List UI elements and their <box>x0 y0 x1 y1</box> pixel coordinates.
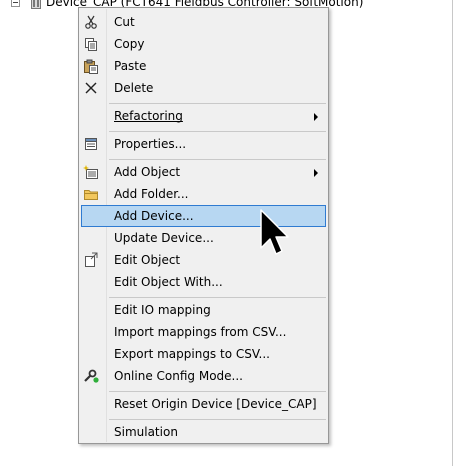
menu-item-online-config-mode[interactable]: Online Config Mode... <box>81 365 326 387</box>
menu-item-label: Edit IO mapping <box>114 303 211 317</box>
add-object-icon <box>83 165 98 179</box>
paste-icon <box>84 59 98 74</box>
menu-item-label: Paste <box>114 59 147 73</box>
menu-item-properties[interactable]: Properties... <box>81 133 326 155</box>
menu-item-simulation[interactable]: Simulation <box>81 421 326 443</box>
menu-separator <box>109 297 326 298</box>
menu-item-refactoring[interactable]: Refactoring <box>81 105 326 127</box>
tree-collapse-icon[interactable] <box>11 0 20 7</box>
menu-item-label: Update Device... <box>114 231 214 245</box>
menu-item-label: Edit Object With... <box>114 275 223 289</box>
menu-item-label: Online Config Mode... <box>114 369 243 383</box>
context-menu: Cut Copy Paste Delete Refactoring Proper… <box>78 7 329 444</box>
menu-item-edit-object-with[interactable]: Edit Object With... <box>81 271 326 293</box>
menu-item-cut[interactable]: Cut <box>81 11 326 33</box>
submenu-arrow-icon <box>314 169 318 177</box>
menu-item-label: Add Device... <box>114 209 194 223</box>
edit-object-icon <box>85 252 98 267</box>
menu-item-label: Refactoring <box>114 109 183 123</box>
properties-icon <box>85 138 97 150</box>
menu-item-import-mappings[interactable]: Import mappings from CSV... <box>81 321 326 343</box>
copy-icon <box>85 38 97 51</box>
menu-item-label: Delete <box>114 81 154 95</box>
plc-device-icon <box>31 0 41 9</box>
menu-separator <box>109 159 326 160</box>
menu-item-label: Simulation <box>114 425 178 439</box>
menu-item-edit-io-mapping[interactable]: Edit IO mapping <box>81 299 326 321</box>
menu-item-label: Add Object <box>114 165 181 179</box>
menu-separator <box>109 419 326 420</box>
menu-item-label: Properties... <box>114 137 187 151</box>
menu-item-label: Import mappings from CSV... <box>114 325 287 339</box>
menu-item-add-folder[interactable]: Add Folder... <box>81 183 326 205</box>
menu-item-export-mappings[interactable]: Export mappings to CSV... <box>81 343 326 365</box>
menu-item-label: Export mappings to CSV... <box>114 347 270 361</box>
submenu-arrow-icon <box>314 113 318 121</box>
delete-x-icon <box>85 82 97 94</box>
menu-item-label: Add Folder... <box>114 187 189 201</box>
menu-item-add-object[interactable]: Add Object <box>81 161 326 183</box>
menu-item-paste[interactable]: Paste <box>81 55 326 77</box>
menu-separator <box>109 391 326 392</box>
scissors-icon <box>85 15 97 29</box>
menu-item-label: Cut <box>114 15 135 29</box>
menu-separator <box>109 131 326 132</box>
menu-item-copy[interactable]: Copy <box>81 33 326 55</box>
menu-item-reset-origin-device[interactable]: Reset Origin Device [Device_CAP] <box>81 393 326 415</box>
menu-separator <box>109 103 326 104</box>
menu-item-delete[interactable]: Delete <box>81 77 326 99</box>
menu-item-label: Reset Origin Device [Device_CAP] <box>114 397 317 411</box>
mouse-pointer-icon <box>260 209 289 255</box>
panel-border <box>452 0 453 466</box>
online-config-icon <box>84 369 99 383</box>
menu-item-label: Edit Object <box>114 253 181 267</box>
menu-item-label: Copy <box>114 37 145 51</box>
folder-icon <box>84 190 98 200</box>
